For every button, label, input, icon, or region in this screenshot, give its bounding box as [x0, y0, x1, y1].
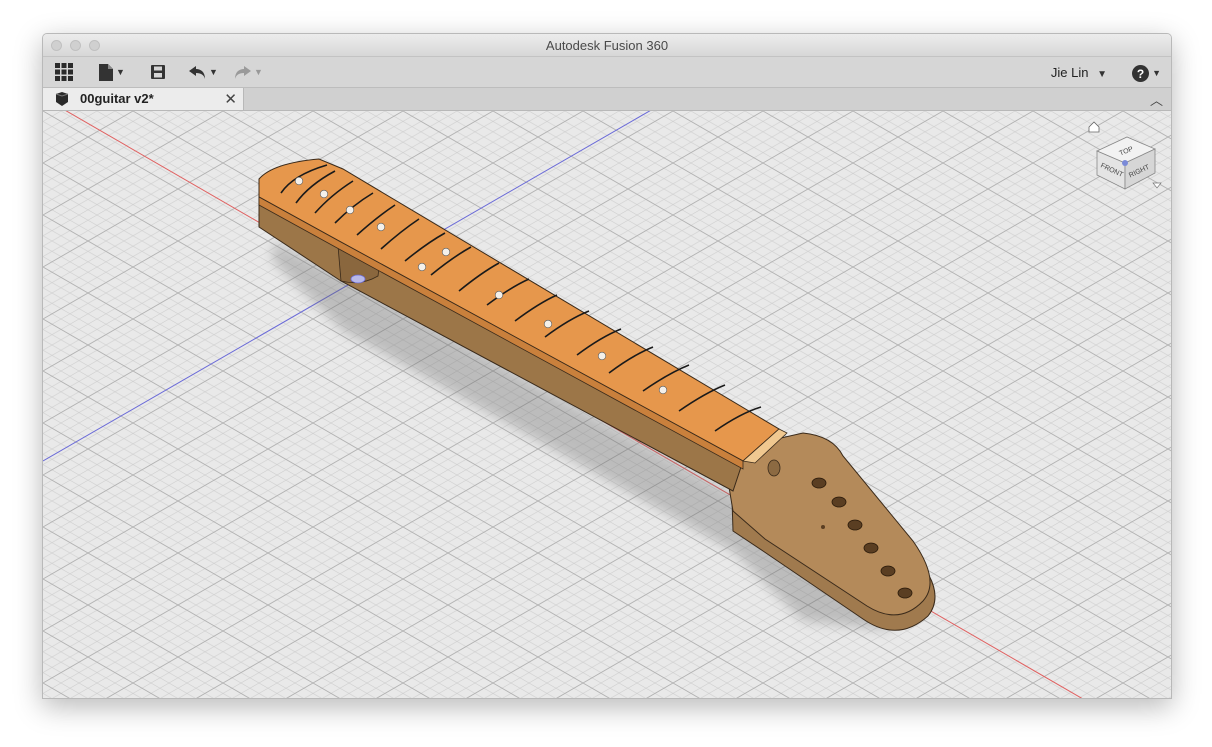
app-window: Autodesk Fusion 360 ▼ ▼ ▼ Jie Lin ▼ ? ▼ …: [42, 33, 1172, 699]
document-tab-label: 00guitar v2*: [80, 91, 154, 106]
user-menu[interactable]: Jie Lin ▼: [1051, 65, 1107, 80]
file-icon: [99, 63, 113, 81]
chevron-down-icon: ▼: [209, 67, 218, 77]
svg-text:?: ?: [1137, 67, 1144, 81]
help-button[interactable]: ? ▼: [1132, 63, 1161, 83]
window-title: Autodesk Fusion 360: [545, 38, 669, 53]
quick-access-toolbar: ▼ ▼ ▼ Jie Lin ▼ ? ▼: [43, 57, 1171, 88]
canvas-viewport[interactable]: TOP FRONT RIGHT: [43, 108, 1171, 698]
save-icon: [151, 65, 165, 79]
help-icon: ?: [1132, 64, 1150, 82]
chevron-down-icon: ▼: [254, 67, 263, 77]
view-cube-corner[interactable]: [1122, 160, 1128, 166]
user-name: Jie Lin: [1050, 65, 1089, 80]
string-tree-hole: [821, 525, 825, 529]
redo-button[interactable]: ▼: [234, 62, 263, 82]
3d-scene[interactable]: TOP FRONT RIGHT: [43, 108, 1171, 698]
document-tab[interactable]: 00guitar v2* ✕: [43, 88, 244, 110]
grid-icon: [55, 63, 73, 81]
undo-button[interactable]: ▼: [189, 62, 218, 82]
truss-rod-access: [767, 459, 781, 477]
origin-marker: [350, 274, 366, 284]
chevron-down-icon: ▼: [1152, 68, 1161, 78]
title-bar: Autodesk Fusion 360: [43, 34, 1171, 57]
undo-icon: [189, 65, 205, 79]
component-icon: [55, 92, 69, 106]
file-menu-button[interactable]: ▼: [99, 62, 125, 82]
save-button[interactable]: [151, 62, 165, 82]
close-icon[interactable]: ✕: [224, 90, 237, 108]
chevron-down-icon: ▼: [116, 67, 125, 77]
redo-icon: [235, 65, 251, 79]
data-panel-button[interactable]: [55, 62, 73, 82]
document-tab-bar: 00guitar v2* ✕ ︿: [43, 88, 1171, 111]
collapse-chevron-icon[interactable]: ︿: [1150, 90, 1163, 109]
chevron-down-icon: ▼: [1097, 69, 1107, 80]
